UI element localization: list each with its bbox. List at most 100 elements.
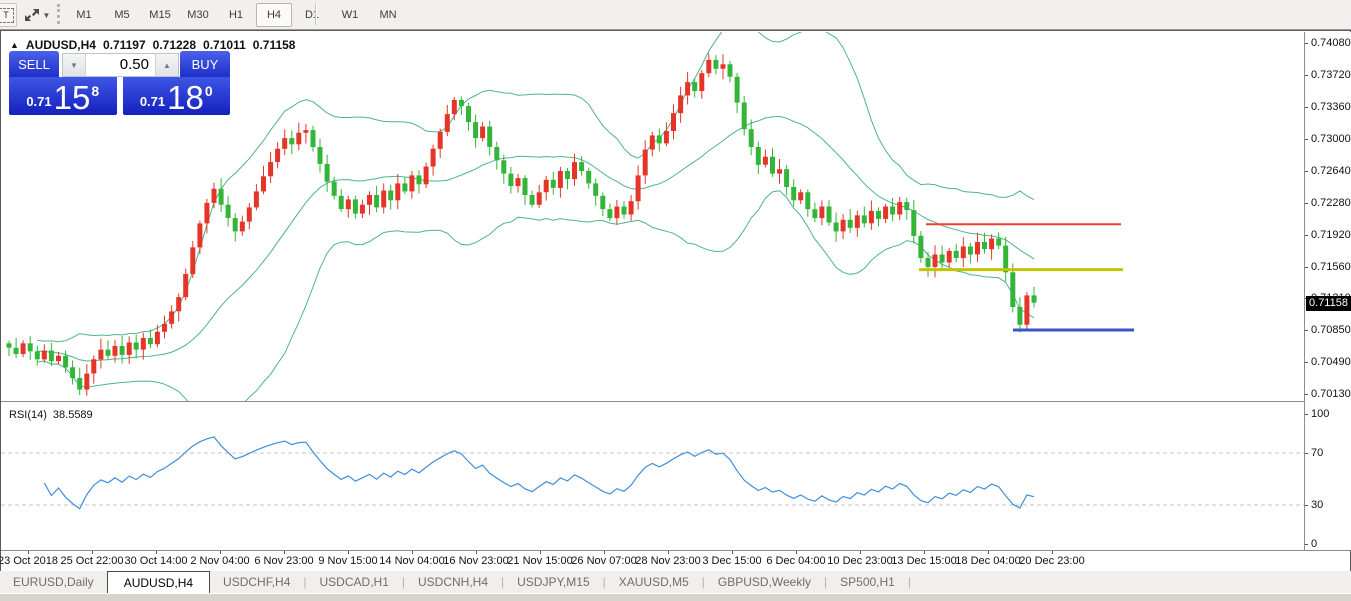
- ohlc-close: 0.71158: [253, 38, 296, 52]
- price-tick: [1305, 107, 1308, 108]
- buy-price-sup: 0: [205, 83, 213, 99]
- lot-decrease-button[interactable]: ▼: [63, 54, 86, 76]
- pane-splitter[interactable]: [1, 401, 1350, 402]
- text-tool-button[interactable]: T: [0, 3, 17, 27]
- rsi-chart[interactable]: [1, 405, 1304, 550]
- time-axis-label: 13 Dec 15:00: [891, 555, 956, 567]
- time-tick: [412, 551, 413, 554]
- timeframe-button-h1[interactable]: H1: [218, 3, 254, 27]
- current-price-badge: 0.71158: [1306, 296, 1351, 311]
- main-chart-pane[interactable]: ▲ AUDUSD,H4 0.71197 0.71228 0.71011 0.71…: [1, 32, 1304, 401]
- price-tick: [1305, 330, 1308, 331]
- time-axis-label: 30 Oct 14:00: [125, 555, 188, 567]
- timeframe-button-w1[interactable]: W1: [332, 3, 368, 27]
- price-axis-label: 0.73360: [1311, 101, 1351, 114]
- toolbar-grip[interactable]: [57, 4, 63, 24]
- price-axis-label: 0.73000: [1311, 133, 1351, 146]
- time-axis-label: 18 Dec 04:00: [955, 555, 1020, 567]
- sell-price-prefix: 0.71: [26, 94, 51, 109]
- time-tick: [92, 551, 93, 554]
- text-tool-icon: T: [0, 8, 14, 23]
- time-tick: [796, 551, 797, 554]
- timeframe-button-mn[interactable]: MN: [370, 3, 406, 27]
- ohlc-open: 0.71197: [103, 38, 146, 52]
- time-axis-label: 20 Dec 23:00: [1019, 555, 1084, 567]
- rsi-indicator-title: RSI(14) 38.5589: [9, 409, 93, 421]
- sell-price-display[interactable]: 0.71 15 8: [9, 77, 117, 115]
- price-tick: [1305, 267, 1308, 268]
- mt4-window: T ▼ M1M5M15M30H1H4D1W1MN ▲ AUDUSD,H4 0.7…: [0, 0, 1351, 600]
- lot-size-input[interactable]: 0.50: [86, 54, 155, 76]
- price-axis-label: 0.71920: [1311, 229, 1351, 242]
- chart-tab-audusd-h4[interactable]: AUDUSD,H4: [107, 571, 210, 593]
- timeframe-button-m15[interactable]: M15: [142, 3, 178, 27]
- time-tick: [668, 551, 669, 554]
- chart-tab-usdjpy-m15[interactable]: USDJPY,M15: [504, 571, 602, 593]
- timeframe-button-m1[interactable]: M1: [66, 3, 102, 27]
- chart-window: ▲ AUDUSD,H4 0.71197 0.71228 0.71011 0.71…: [0, 30, 1351, 571]
- tab-separator: |: [908, 571, 911, 593]
- price-axis-label: 0.73720: [1311, 69, 1351, 82]
- price-axis-label: 0.70490: [1311, 356, 1351, 369]
- buy-price-prefix: 0.71: [140, 94, 165, 109]
- timeframe-button-m30[interactable]: M30: [180, 3, 216, 27]
- time-tick: [540, 551, 541, 554]
- diagonal-arrows-icon: [24, 8, 40, 22]
- time-axis-label: 21 Nov 15:00: [507, 555, 572, 567]
- bollinger-middle-band: [37, 116, 1034, 361]
- time-axis-label: 23 Oct 2018: [0, 555, 58, 567]
- chart-tab-sp500-h1[interactable]: SP500,H1: [827, 571, 908, 593]
- chart-tab-usdchf-h4[interactable]: USDCHF,H4: [210, 571, 303, 593]
- chart-symbol: AUDUSD,H4: [26, 38, 96, 52]
- time-axis-label: 2 Nov 04:00: [190, 555, 249, 567]
- price-axis-label: 0.70130: [1311, 388, 1351, 401]
- time-tick: [732, 551, 733, 554]
- price-tick: [1305, 235, 1308, 236]
- lot-increase-button[interactable]: ▲: [155, 54, 178, 76]
- price-axis-label: 0.70850: [1311, 324, 1351, 337]
- timeframe-button-d1[interactable]: D1: [294, 3, 330, 27]
- rsi-line: [44, 437, 1034, 509]
- lot-size-control: ▼ 0.50 ▲: [62, 53, 179, 77]
- timeframe-button-h4[interactable]: H4: [256, 3, 292, 27]
- time-tick: [860, 551, 861, 554]
- time-axis-label: 28 Nov 23:00: [635, 555, 700, 567]
- price-tick: [1305, 394, 1308, 395]
- buy-price-big: 18: [167, 83, 204, 113]
- sell-price-sup: 8: [91, 83, 99, 99]
- rsi-tick: [1305, 505, 1308, 506]
- chart-tab-gbpusd-weekly[interactable]: GBPUSD,Weekly: [705, 571, 824, 593]
- rsi-tick: [1305, 544, 1308, 545]
- cursor-arrows-button[interactable]: ▼: [21, 3, 53, 27]
- rsi-axis-label: 30: [1311, 499, 1323, 512]
- chart-tab-xauusd-m5[interactable]: XAUUSD,M5: [606, 571, 702, 593]
- collapse-triangle-icon[interactable]: ▲: [10, 40, 19, 50]
- rsi-tick: [1305, 414, 1308, 415]
- chart-tab-bar: EURUSD,DailyAUDUSD,H4USDCHF,H4 | USDCAD,H1…: [0, 571, 1351, 593]
- price-axis[interactable]: 0.740800.737200.733600.730000.726400.722…: [1304, 32, 1351, 550]
- time-axis-label: 6 Nov 23:00: [254, 555, 313, 567]
- rsi-label: RSI(14): [9, 409, 47, 421]
- buy-price-display[interactable]: 0.71 18 0: [123, 77, 231, 115]
- buy-button[interactable]: BUY: [180, 51, 230, 77]
- time-tick: [1052, 551, 1053, 554]
- time-axis[interactable]: 23 Oct 201825 Oct 22:0030 Oct 14:002 Nov…: [1, 550, 1350, 572]
- price-tick: [1305, 171, 1308, 172]
- chart-tab-usdcad-h1[interactable]: USDCAD,H1: [307, 571, 402, 593]
- chart-tab-usdcnh-h4[interactable]: USDCNH,H4: [405, 571, 501, 593]
- price-tick: [1305, 43, 1308, 44]
- rsi-pane[interactable]: RSI(14) 38.5589: [1, 405, 1304, 550]
- time-axis-label: 10 Dec 23:00: [827, 555, 892, 567]
- rsi-axis-label: 100: [1311, 408, 1329, 421]
- price-axis-label: 0.74080: [1311, 37, 1351, 50]
- chevron-down-icon: ▼: [43, 11, 51, 20]
- time-axis-label: 3 Dec 15:00: [702, 555, 761, 567]
- price-tick: [1305, 203, 1308, 204]
- ohlc-low: 0.71011: [203, 38, 246, 52]
- chart-tab-eurusd-daily[interactable]: EURUSD,Daily: [0, 571, 107, 593]
- price-axis-label: 0.72640: [1311, 165, 1351, 178]
- time-axis-label: 6 Dec 04:00: [766, 555, 825, 567]
- sell-button[interactable]: SELL: [9, 51, 59, 77]
- timeframe-button-m5[interactable]: M5: [104, 3, 140, 27]
- rsi-tick: [1305, 453, 1308, 454]
